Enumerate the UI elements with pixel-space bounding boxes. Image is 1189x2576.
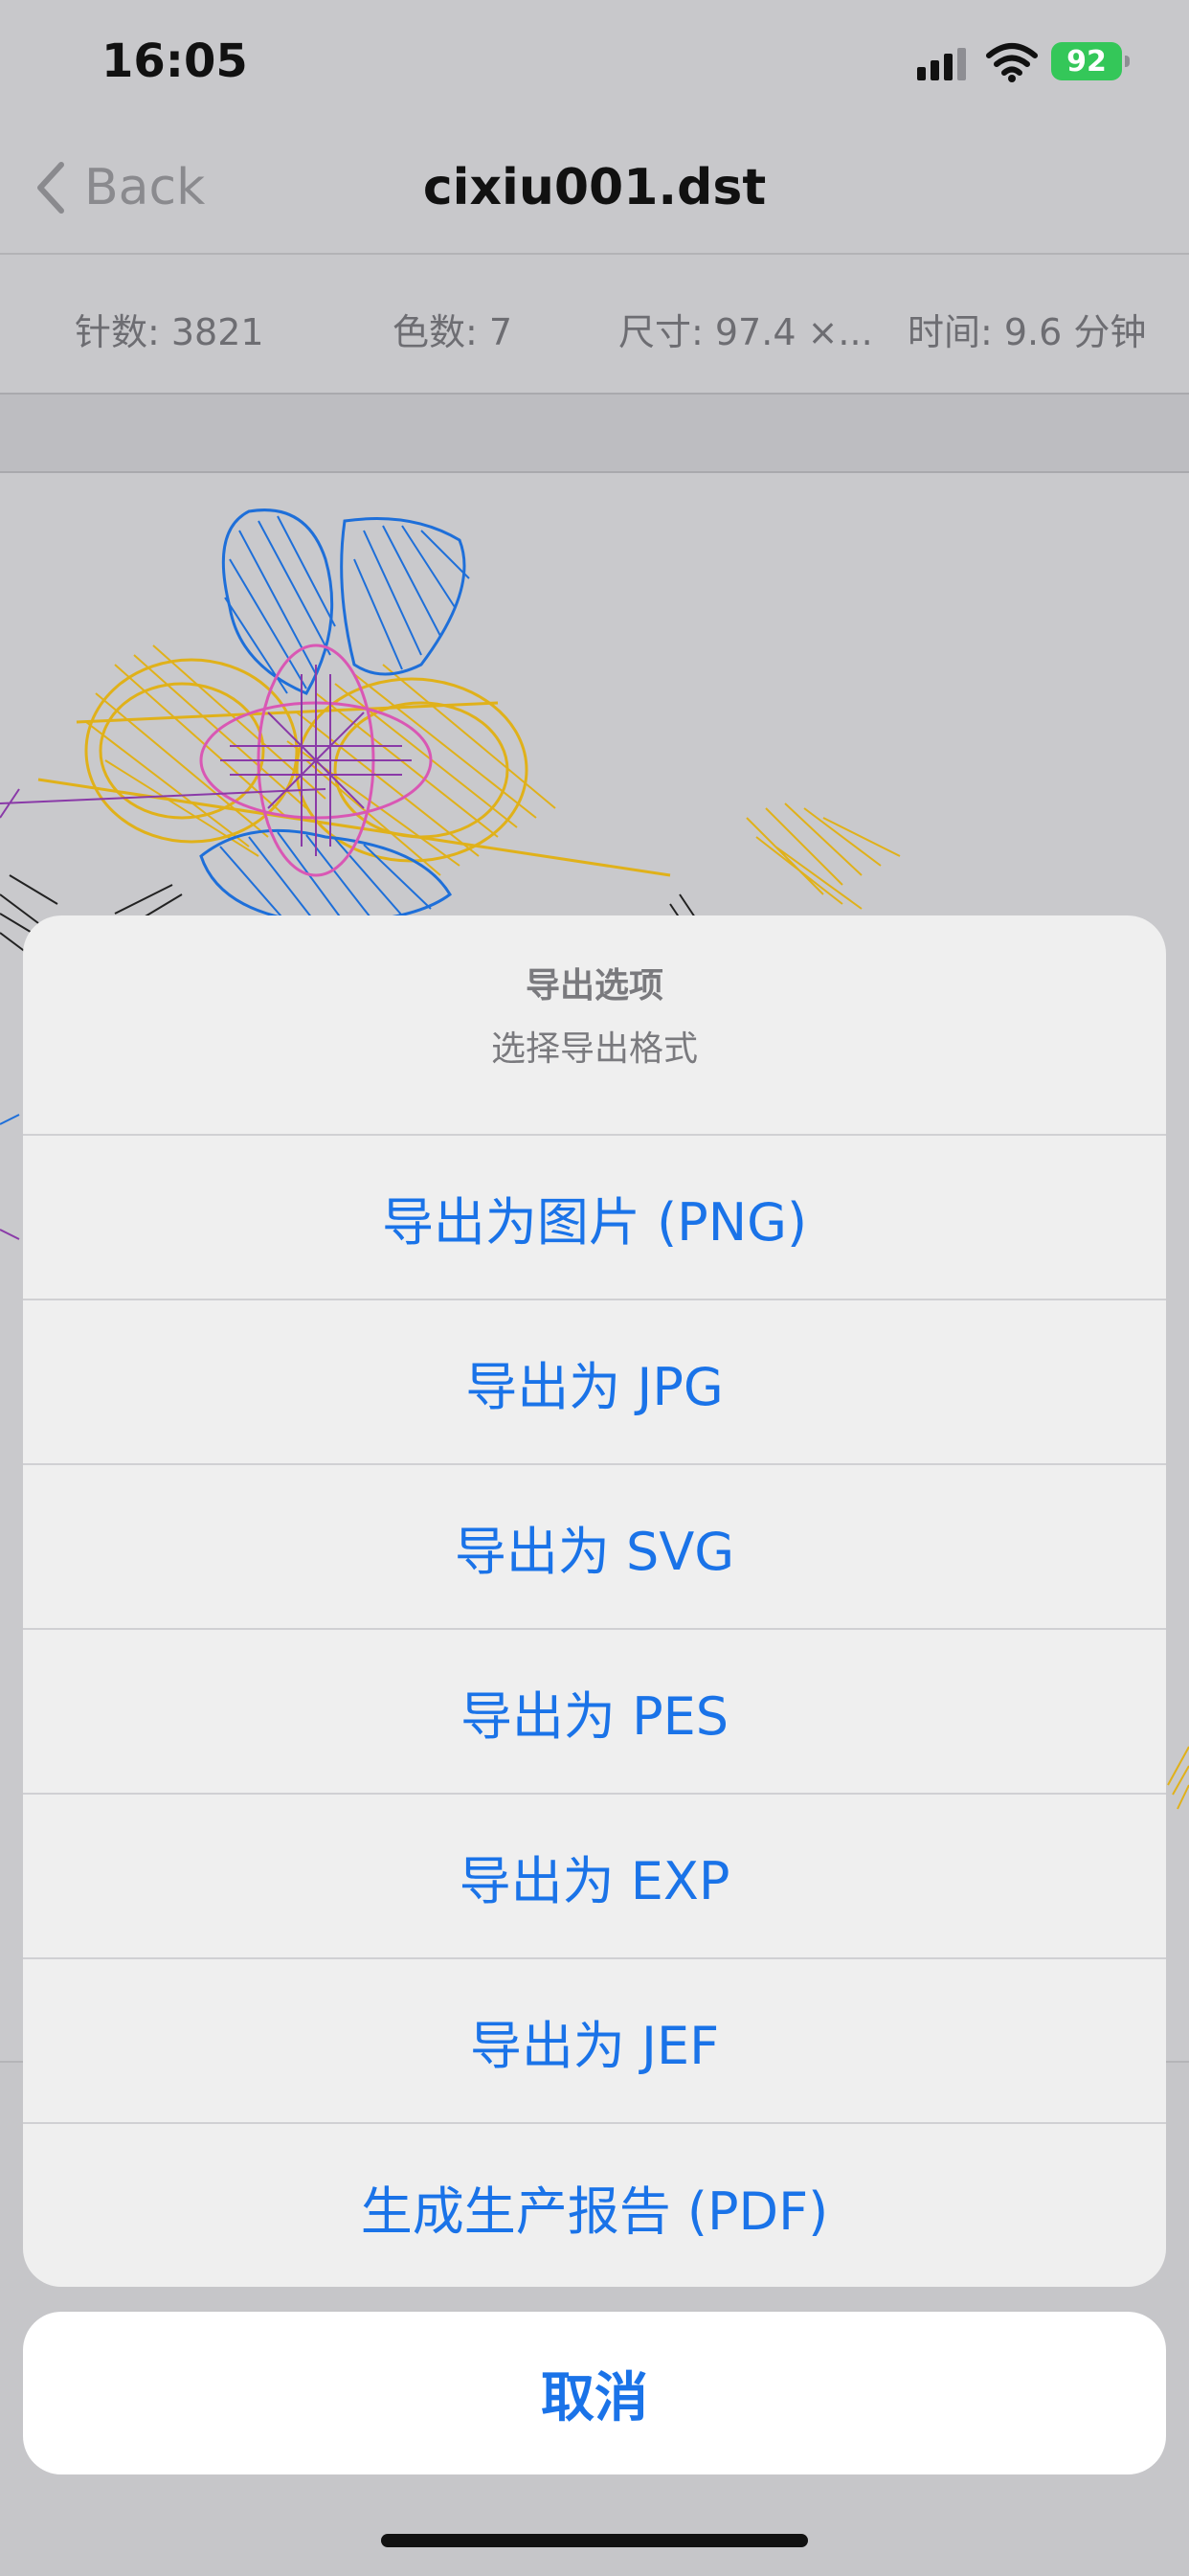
cellular-signal-icon [917, 48, 966, 80]
export-png-button[interactable]: 导出为图片 (PNG) [23, 1136, 1166, 1300]
file-stats-bar: 针数: 3821 色数: 7 尺寸: 97.4 ×... 时间: 9.6 分钟 [0, 255, 1189, 395]
design-size: 尺寸: 97.4 ×... [618, 311, 873, 353]
export-pes-button[interactable]: 导出为 PES [23, 1630, 1166, 1795]
action-sheet-subtitle: 选择导出格式 [490, 1029, 698, 1069]
export-exp-button[interactable]: 导出为 EXP [23, 1795, 1166, 1959]
page-title: cixiu001.dst [422, 159, 767, 216]
wifi-icon [986, 43, 1038, 82]
cancel-button[interactable]: 取消 [23, 2312, 1166, 2474]
stitch-count: 针数: 3821 [75, 311, 264, 353]
color-count: 色数: 7 [393, 311, 513, 353]
status-bar: 16:05 92 [0, 0, 1189, 134]
status-time: 16:05 [101, 34, 248, 88]
stitch-time: 时间: 9.6 分钟 [908, 311, 1147, 353]
export-action-sheet: 导出选项 选择导出格式 导出为图片 (PNG) 导出为 JPG 导出为 SVG … [23, 915, 1166, 2287]
export-svg-button[interactable]: 导出为 SVG [23, 1465, 1166, 1630]
action-sheet-title: 导出选项 [525, 966, 663, 1006]
action-sheet-header: 导出选项 选择导出格式 [23, 915, 1166, 1136]
export-jef-button[interactable]: 导出为 JEF [23, 1959, 1166, 2124]
home-indicator[interactable] [381, 2534, 808, 2547]
export-jpg-button[interactable]: 导出为 JPG [23, 1300, 1166, 1465]
navigation-bar: Back cixiu001.dst [0, 134, 1189, 255]
battery-indicator: 92 [1051, 42, 1130, 80]
generate-report-pdf-button[interactable]: 生成生产报告 (PDF) [23, 2124, 1166, 2287]
toolbar-band [0, 395, 1189, 473]
